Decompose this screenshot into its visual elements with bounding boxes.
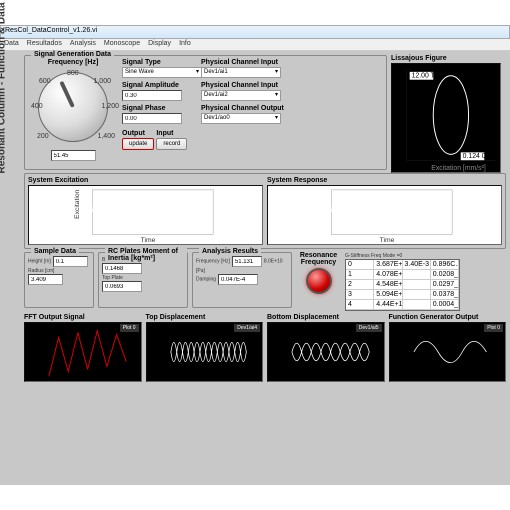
funcgen-chart: Plot 0 bbox=[389, 322, 507, 382]
menu-bar: Data Resultados Analysis Monoscope Displ… bbox=[0, 39, 510, 51]
output-label: Output bbox=[122, 130, 154, 137]
chin2-dropdown[interactable]: Dev1/ai2 bbox=[201, 90, 281, 101]
fft-chart: Plot 0 bbox=[24, 322, 142, 382]
response-chart: Time bbox=[267, 185, 502, 245]
panel-siggen-title: Signal Generation Data bbox=[31, 51, 114, 58]
amp-input[interactable] bbox=[122, 90, 182, 101]
bottom-plate-input[interactable] bbox=[102, 263, 142, 274]
menu-monoscope[interactable]: Monoscope bbox=[104, 40, 140, 49]
damp-label: Damping bbox=[196, 277, 216, 283]
chout-dropdown[interactable]: Dev1/ao0 bbox=[201, 113, 281, 124]
menu-analysis[interactable]: Analysis bbox=[70, 40, 96, 49]
type-dropdown[interactable]: Sine Wave bbox=[122, 67, 202, 78]
chin2-label: Physical Channel Input bbox=[201, 82, 296, 89]
chout-label: Physical Channel Output bbox=[201, 105, 296, 112]
height-input[interactable] bbox=[53, 256, 88, 267]
lissajous-title: Lissajous Figure bbox=[391, 55, 506, 62]
menu-display[interactable]: Display bbox=[148, 40, 171, 49]
input-button[interactable]: record bbox=[156, 138, 187, 150]
amp-label: Signal Amplitude bbox=[122, 82, 197, 89]
stiffness-table: 03.687E+03.40E-30.896C... 14.078E+00.020… bbox=[345, 259, 460, 311]
fft-title: FFT Output Signal bbox=[24, 314, 142, 321]
svg-text:Excitation: Excitation bbox=[74, 189, 81, 219]
chin-dropdown[interactable]: Dev1/ai1 bbox=[201, 67, 281, 78]
lissajous-chart: 12.00 TT 0.124 07 Excitation [mm/s²] bbox=[391, 63, 501, 173]
freq-label: Frequency [Hz] bbox=[28, 59, 118, 66]
app-title: Resonant Column - Function & Data Contro… bbox=[0, 0, 8, 174]
menu-resultados[interactable]: Resultados bbox=[27, 40, 62, 49]
resonance-led bbox=[306, 268, 332, 294]
sample-title: Sample Data bbox=[31, 248, 79, 255]
type-label: Signal Type bbox=[122, 59, 197, 66]
phase-label: Signal Phase bbox=[122, 105, 197, 112]
output-button[interactable]: update bbox=[122, 138, 154, 150]
topdisp-chart: Dev1/ai4 bbox=[146, 322, 264, 382]
phase-input[interactable] bbox=[122, 113, 182, 124]
analysis-title: Analysis Results bbox=[199, 248, 261, 255]
excite-chart: Time Excitation bbox=[28, 185, 263, 245]
freq-input[interactable] bbox=[51, 150, 96, 161]
svg-text:12.00 TT: 12.00 TT bbox=[412, 73, 440, 80]
botdisp-chart: Dev1/ai5 bbox=[267, 322, 385, 382]
topdisp-title: Top Displacement bbox=[146, 314, 264, 321]
resonance-label: Resonance Frequency bbox=[296, 252, 341, 266]
top-plate-input[interactable] bbox=[102, 281, 142, 292]
menu-info[interactable]: Info bbox=[179, 40, 191, 49]
chin-label: Physical Channel Input bbox=[201, 59, 296, 66]
window-titlebar: ResCol_DataControl_v1.26.vi bbox=[0, 25, 510, 39]
svg-text:Time: Time bbox=[380, 237, 395, 244]
svg-text:0.124 07: 0.124 07 bbox=[463, 153, 490, 160]
svg-text:Excitation [mm/s²]: Excitation [mm/s²] bbox=[431, 165, 486, 172]
funcgen-title: Function Generator Output bbox=[389, 314, 507, 321]
botdisp-title: Bottom Displacement bbox=[267, 314, 385, 321]
afreq-input bbox=[232, 256, 262, 267]
excite-title: System Excitation bbox=[28, 177, 263, 184]
plates-title: RC Plates Moment of Inertia [kg*m²] bbox=[105, 248, 187, 262]
damp-input bbox=[218, 274, 258, 285]
input-label: Input bbox=[156, 130, 187, 137]
response-title: System Response bbox=[267, 177, 502, 184]
svg-text:Time: Time bbox=[141, 237, 156, 244]
afreq-label: Frequency [Hz] bbox=[196, 259, 230, 265]
radius-input[interactable] bbox=[28, 274, 63, 285]
frequency-dial[interactable]: 200 400 600 800 1,000 1,200 1,400 bbox=[38, 72, 108, 142]
stiffness-title: G-Stiffness Freq Mode =0 bbox=[345, 253, 402, 259]
height-label: Height [m] bbox=[28, 259, 51, 265]
